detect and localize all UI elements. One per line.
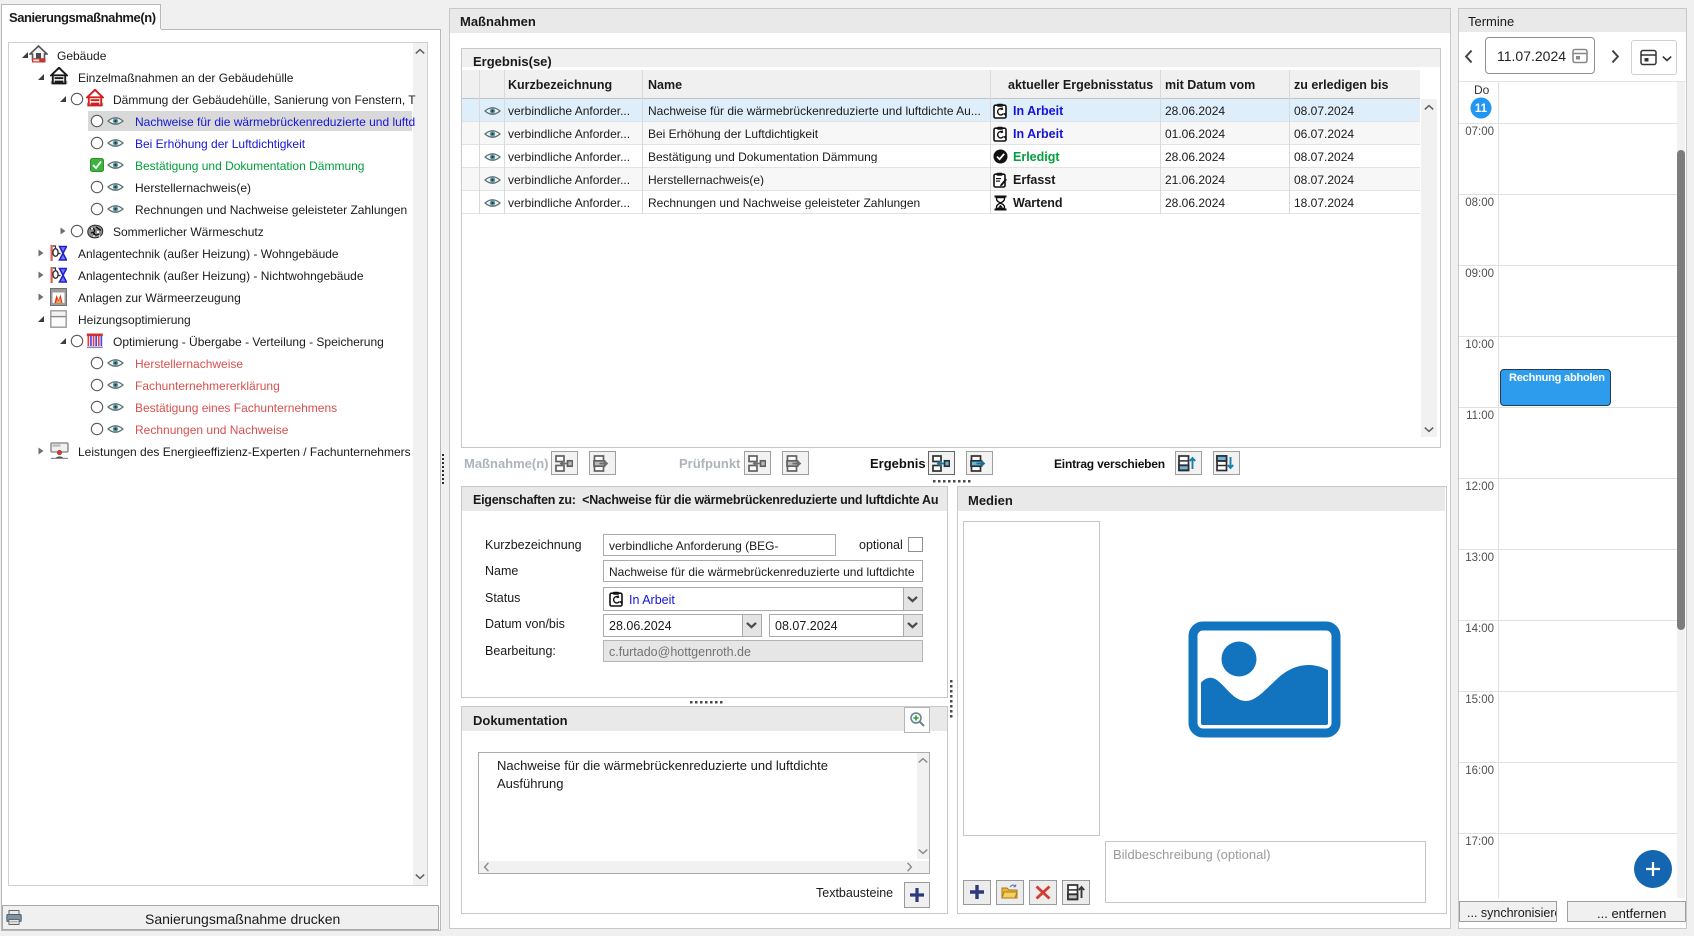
svg-text:11: 11	[1475, 103, 1488, 115]
